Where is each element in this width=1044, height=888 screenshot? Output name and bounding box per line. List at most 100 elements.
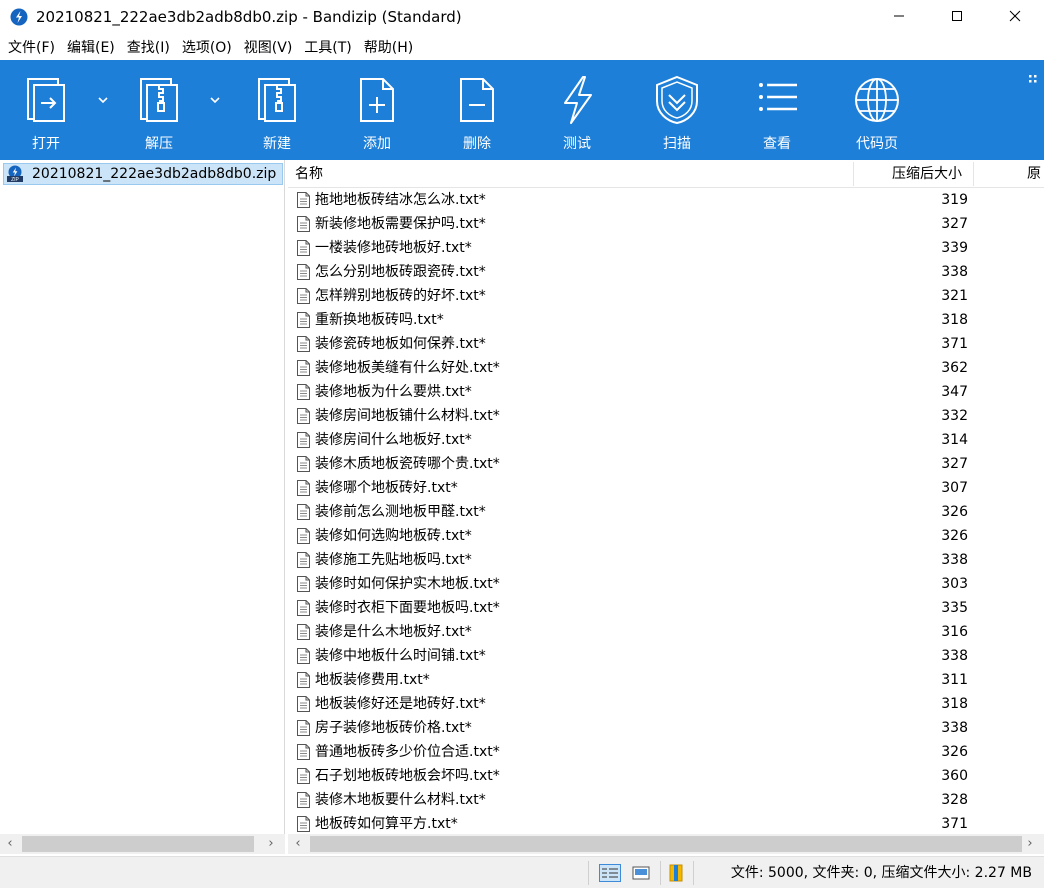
file-compressed-size: 311 [941,672,968,688]
file-row[interactable]: 装修如何选购地板砖.txt* 326 [288,524,1044,548]
status-divider [660,861,661,885]
file-row[interactable]: 装修时衣柜下面要地板吗.txt* 335 [288,596,1044,620]
minimize-button[interactable] [870,0,928,32]
column-header-name[interactable]: 名称 [295,160,323,188]
column-header-original-size[interactable]: 原 [1027,160,1041,188]
test-lightning-icon [564,76,592,124]
file-row[interactable]: 装修瓷砖地板如何保养.txt* 371 [288,332,1044,356]
thumbnail-view-icon[interactable] [630,864,652,882]
file-name: 新装修地板需要保护吗.txt* [315,216,486,232]
file-row[interactable]: 重新换地板砖吗.txt* 318 [288,308,1044,332]
menu-help[interactable]: 帮助(H) [360,37,417,57]
column-header-compressed-size[interactable]: 压缩后大小 [892,160,962,188]
file-name: 装修中地板什么时间铺.txt* [315,648,486,664]
scroll-right-arrow[interactable]: › [1020,834,1040,854]
file-name: 房子装修地板砖价格.txt* [315,720,472,736]
text-file-icon [297,480,310,496]
scrollbar-thumb[interactable] [22,836,254,852]
file-row[interactable]: 地板装修好还是地砖好.txt* 318 [288,692,1044,716]
close-button[interactable] [986,0,1044,32]
svg-text:ZIP: ZIP [11,177,19,183]
maximize-button[interactable] [928,0,986,32]
scroll-right-arrow[interactable]: › [261,834,281,854]
file-row[interactable]: 房子装修地板砖价格.txt* 338 [288,716,1044,740]
file-compressed-size: 303 [941,576,968,592]
file-compressed-size: 316 [941,624,968,640]
status-bar: 文件: 5000, 文件夹: 0, 压缩文件大小: 2.27 MB [0,856,1044,888]
text-file-icon [297,672,310,688]
text-file-icon [297,192,310,208]
file-row[interactable]: 装修房间地板铺什么材料.txt* 332 [288,404,1044,428]
scroll-left-arrow[interactable]: ‹ [288,834,308,854]
file-row[interactable]: 地板砖如何算平方.txt* 371 [288,812,1044,834]
file-compressed-size: 321 [941,288,968,304]
add-file-icon [360,78,394,122]
scan-label: 扫描 [663,136,691,152]
text-file-icon [297,384,310,400]
archive-info-icon[interactable] [666,864,688,882]
toolbar-overflow-icon[interactable] [1028,74,1038,88]
file-compressed-size: 319 [941,192,968,208]
menu-options[interactable]: 选项(O) [178,37,236,57]
delete-button[interactable]: 删除 [427,60,527,160]
file-row[interactable]: 拖地地板砖结冰怎么冰.txt* 319 [288,188,1044,212]
file-row[interactable]: 装修时如何保护实木地板.txt* 303 [288,572,1044,596]
status-divider [693,861,694,885]
file-name: 装修是什么木地板好.txt* [315,624,472,640]
file-row[interactable]: 怎么分别地板砖跟瓷砖.txt* 338 [288,260,1044,284]
file-row[interactable]: 石子划地板砖地板会坏吗.txt* 360 [288,764,1044,788]
column-divider[interactable] [973,162,974,186]
file-row[interactable]: 装修地板美缝有什么好处.txt* 362 [288,356,1044,380]
file-row[interactable]: 地板装修费用.txt* 311 [288,668,1044,692]
file-row[interactable]: 怎样辨别地板砖的好坏.txt* 321 [288,284,1044,308]
file-row[interactable]: 新装修地板需要保护吗.txt* 327 [288,212,1044,236]
text-file-icon [297,768,310,784]
file-compressed-size: 362 [941,360,968,376]
file-row[interactable]: 装修前怎么测地板甲醛.txt* 326 [288,500,1044,524]
codepage-button[interactable]: 代码页 [827,60,927,160]
file-row[interactable]: 一楼装修地砖地板好.txt* 339 [288,236,1044,260]
file-row[interactable]: 装修是什么木地板好.txt* 316 [288,620,1044,644]
scan-button[interactable]: 扫描 [627,60,727,160]
file-compressed-size: 318 [941,696,968,712]
bandizip-logo-icon [10,8,28,26]
new-archive-icon [258,78,296,122]
extract-dropdown-arrow[interactable] [208,94,222,108]
file-compressed-size: 335 [941,600,968,616]
file-name: 怎么分别地板砖跟瓷砖.txt* [315,264,486,280]
extract-button[interactable]: 解压 [109,60,209,160]
file-row[interactable]: 装修中地板什么时间铺.txt* 338 [288,644,1044,668]
view-button[interactable]: 查看 [727,60,827,160]
file-row[interactable]: 装修哪个地板砖好.txt* 307 [288,476,1044,500]
file-row[interactable]: 装修木地板要什么材料.txt* 328 [288,788,1044,812]
file-name: 装修前怎么测地板甲醛.txt* [315,504,486,520]
add-button[interactable]: 添加 [327,60,427,160]
menu-edit[interactable]: 编辑(E) [63,37,119,57]
menu-find[interactable]: 查找(I) [123,37,174,57]
file-compressed-size: 339 [941,240,968,256]
scroll-left-arrow[interactable]: ‹ [0,834,20,854]
minimize-icon [894,15,904,17]
menu-tools[interactable]: 工具(T) [300,37,355,57]
tree-horizontal-scrollbar[interactable]: ‹ › [0,834,285,854]
file-row[interactable]: 装修木质地板瓷砖哪个贵.txt* 327 [288,452,1044,476]
scrollbar-thumb[interactable] [310,836,1022,852]
file-name: 装修木地板要什么材料.txt* [315,792,486,808]
file-row[interactable]: 装修施工先贴地板吗.txt* 338 [288,548,1044,572]
file-row[interactable]: 装修地板为什么要烘.txt* 347 [288,380,1044,404]
chevron-down-icon [98,97,108,104]
open-dropdown-arrow[interactable] [96,94,110,108]
details-view-icon[interactable] [599,864,621,882]
menu-file[interactable]: 文件(F) [4,37,59,57]
menu-view[interactable]: 视图(V) [240,37,297,57]
new-archive-button[interactable]: 新建 [227,60,327,160]
tree-item-archive-root[interactable]: ZIP 20210821_222ae3db2adb8db0.zip [3,163,283,185]
open-button[interactable]: 打开 [0,60,96,160]
file-name: 怎样辨别地板砖的好坏.txt* [315,288,486,304]
list-horizontal-scrollbar[interactable]: ‹ › [288,834,1044,854]
text-file-icon [297,576,310,592]
column-divider[interactable] [853,162,854,186]
test-button[interactable]: 测试 [527,60,627,160]
file-row[interactable]: 装修房间什么地板好.txt* 314 [288,428,1044,452]
file-row[interactable]: 普通地板砖多少价位合适.txt* 326 [288,740,1044,764]
